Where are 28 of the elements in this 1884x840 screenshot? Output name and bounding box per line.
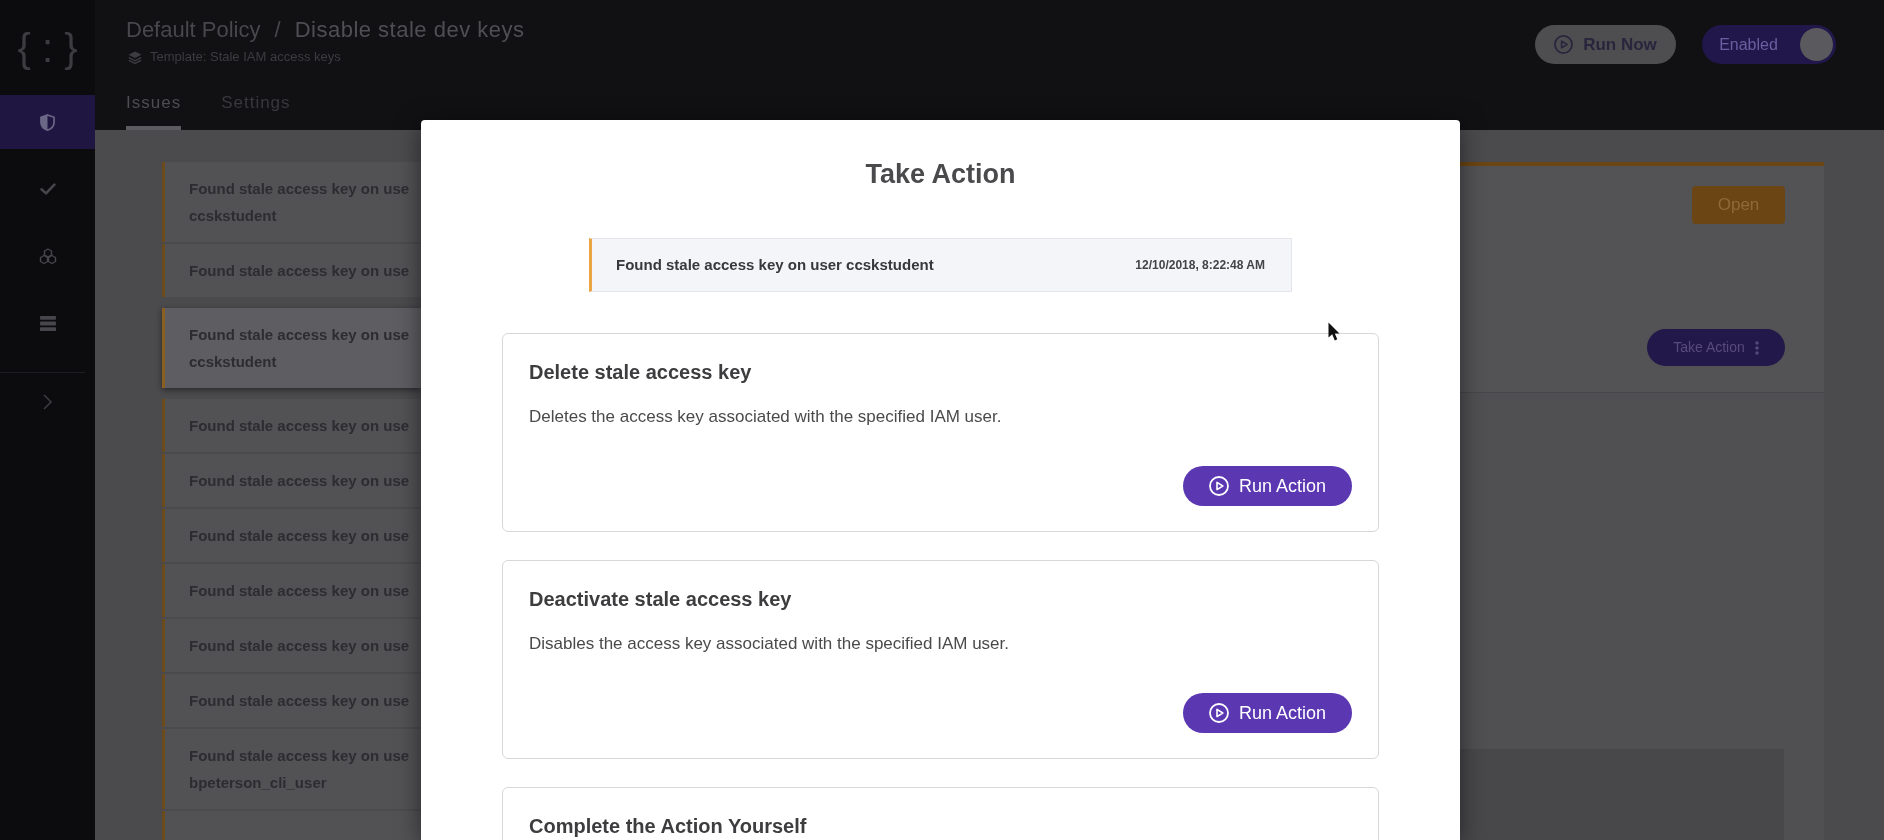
toggle-knob [1800,28,1833,61]
play-circle-icon [1554,35,1574,54]
action-title: Delete stale access key [529,361,753,383]
issue-timestamp: 12/10/2018, 8:22:48 AM [1135,257,1265,274]
cursor-icon [1328,322,1340,341]
shield-icon [40,113,55,131]
action-description: Disables the access key associated with the specified IAM user. [529,633,1010,655]
chevron-right-icon[interactable] [43,394,52,410]
play-circle-icon [1208,476,1229,496]
run-action-button[interactable]: Run Action [1183,693,1352,733]
run-action-button[interactable]: Run Action [1183,466,1352,506]
nav-item[interactable] [0,95,95,149]
check-icon [39,183,56,195]
breadcrumb-link[interactable]: Default Policy [126,16,261,44]
page-title: Disable stale dev keys [294,16,525,44]
cubes-icon [38,247,57,265]
layers-icon [128,50,142,64]
server-icon [39,315,56,331]
app-logo: { : } [17,25,78,70]
kebab-menu-icon [1754,340,1759,355]
play-circle-icon [1208,703,1229,723]
action-title: Deactivate stale access key [529,588,793,610]
enabled-toggle[interactable]: Enabled [1702,25,1836,64]
dialog-title: Take Action [865,158,1016,191]
issue-text: Found stale access key on user ccskstudent [616,254,934,275]
action-title: Complete the Action Yourself [529,815,808,837]
action-description: Deletes the access key associated with the specified IAM user. [529,406,1003,428]
breadcrumb-separator: / [274,16,281,44]
